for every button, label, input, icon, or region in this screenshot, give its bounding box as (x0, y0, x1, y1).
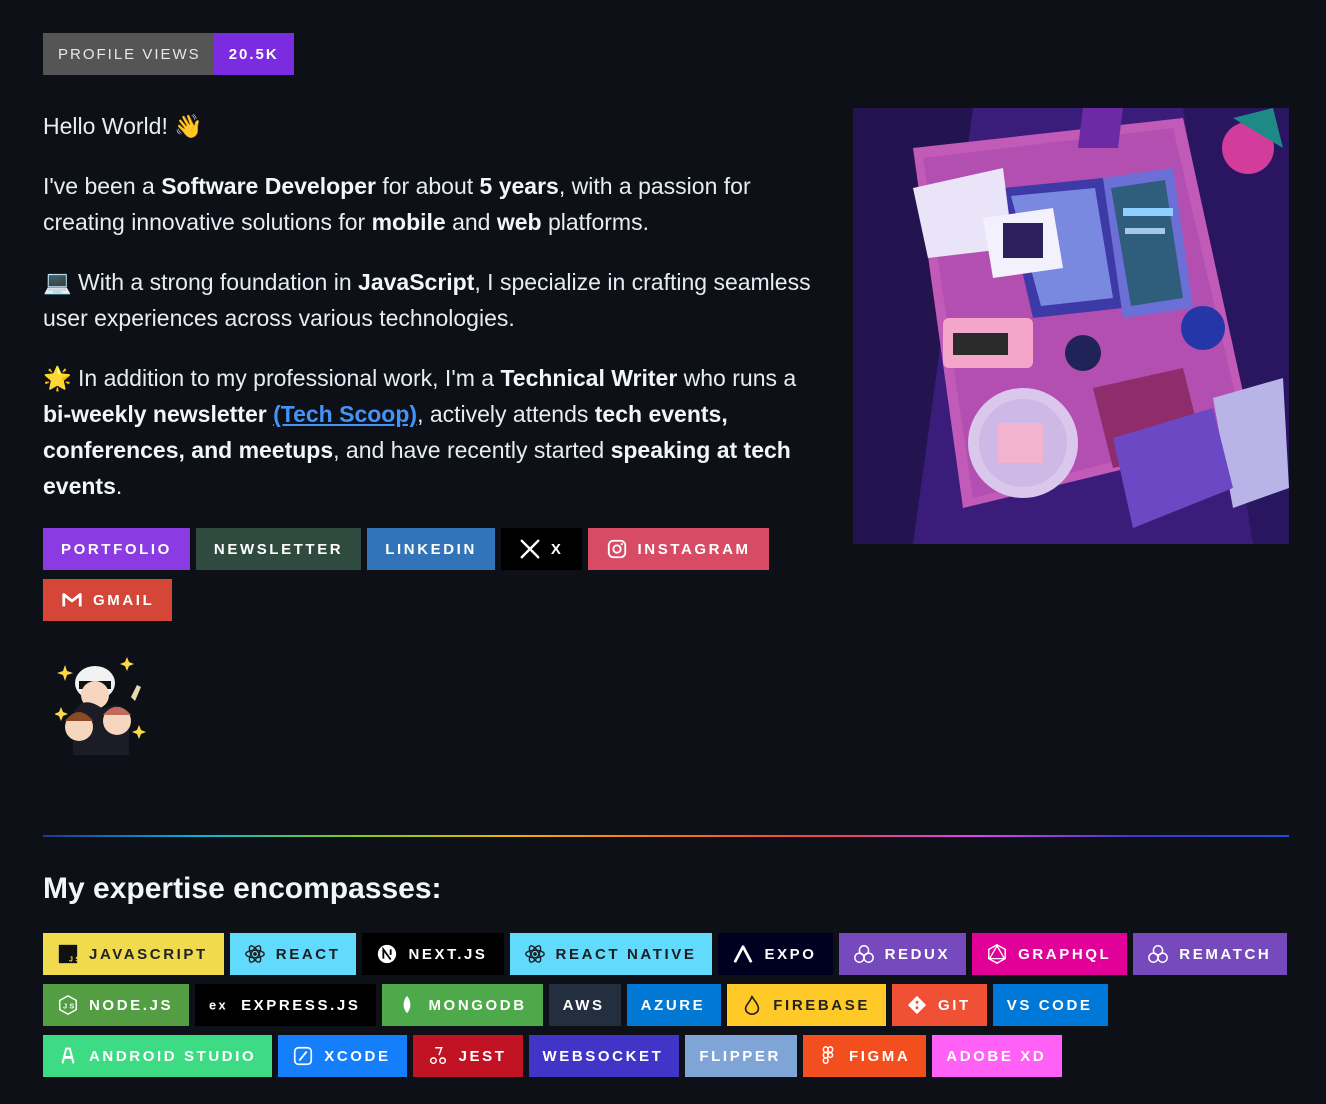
profile-views-label: PROFILE VIEWS (43, 33, 214, 75)
intro-paragraph-2: 💻 With a strong foundation in JavaScript… (43, 269, 811, 331)
profile-views-counter: PROFILE VIEWS 20.5K (43, 33, 294, 75)
graphql-icon (988, 943, 1007, 965)
svg-text:JS: JS (69, 954, 79, 963)
firebase-icon (745, 995, 760, 1015)
expo-badge: EXPO (718, 933, 833, 975)
graphql-badge: GRAPHQL (972, 933, 1128, 975)
instagram-badge[interactable]: INSTAGRAM (587, 528, 769, 570)
javascript-icon: JS (58, 944, 79, 963)
firebase-badge: FIREBASE (727, 984, 886, 1026)
expressjs-badge: ex EXPRESS.JS (195, 984, 377, 1026)
intro-paragraph-1: I've been a Software Developer for about… (43, 173, 751, 235)
intro-text: Hello World! 👋 I've been a Software Deve… (43, 108, 823, 528)
gmail-icon (62, 593, 82, 607)
adobe-xd-badge: ADOBE XD (932, 1035, 1063, 1077)
svg-text:ex: ex (209, 998, 228, 1013)
tech-scoop-link[interactable]: (Tech Scoop) (273, 401, 417, 427)
figma-badge: FIGMA (802, 1035, 927, 1077)
jest-badge: JEST (412, 1035, 523, 1077)
jest-icon (429, 1047, 446, 1065)
desk-illustration (853, 108, 1289, 544)
express-icon: ex (209, 998, 228, 1013)
gmail-badge[interactable]: GMAIL (43, 579, 173, 621)
portfolio-badge[interactable]: PORTFOLIO (43, 528, 190, 570)
x-badge[interactable]: X (500, 528, 582, 570)
profile-views-value: 20.5K (213, 33, 294, 75)
react-badge: REACT (229, 933, 357, 975)
websocket-badge: WEBSOCKET (528, 1035, 680, 1077)
redux-icon (1148, 945, 1169, 963)
android-studio-icon (61, 1047, 75, 1064)
newsletter-badge[interactable]: NEWSLETTER (195, 528, 362, 570)
expo-icon (734, 945, 753, 963)
vscode-badge: VS CODE (992, 984, 1109, 1026)
expertise-heading: My expertise encompasses: (43, 872, 442, 905)
react-icon (524, 945, 545, 963)
rematch-badge: REMATCH (1133, 933, 1288, 975)
svg-text:JS: JS (63, 1002, 77, 1011)
linkedin-badge[interactable]: LINKEDIN (367, 528, 495, 570)
flipper-badge: FLIPPER (685, 1035, 797, 1077)
intro-paragraph-3: 🌟 In addition to my professional work, I… (43, 365, 797, 499)
javascript-badge: JS JAVASCRIPT (43, 933, 224, 975)
social-badges: PORTFOLIO NEWSLETTER LINKEDIN X INSTAGRA… (43, 528, 803, 621)
tech-badges: JS JAVASCRIPT REACT NEXT.JS REACT NATIVE… (43, 933, 1303, 1077)
figma-icon (822, 1046, 834, 1065)
azure-badge: AZURE (626, 984, 722, 1026)
react-icon (244, 945, 265, 963)
redux-icon (853, 945, 874, 963)
xcode-badge: XCODE (278, 1035, 407, 1077)
nextjs-badge: NEXT.JS (362, 933, 504, 975)
mongodb-icon (404, 995, 411, 1014)
anime-characters-sticker (55, 657, 146, 755)
instagram-icon (607, 539, 626, 559)
aws-badge: AWS (548, 984, 621, 1026)
git-badge: GIT (891, 984, 987, 1026)
react-native-badge: REACT NATIVE (509, 933, 713, 975)
greeting: Hello World! 👋 (43, 113, 203, 139)
x-icon (520, 539, 540, 559)
mongodb-badge: MONGODB (382, 984, 543, 1026)
nodejs-icon: JS (59, 994, 77, 1016)
rainbow-divider (43, 835, 1289, 837)
nextjs-icon (378, 944, 397, 964)
xcode-icon (294, 1046, 313, 1066)
git-icon (907, 995, 927, 1015)
android-studio-badge: ANDROID STUDIO (43, 1035, 273, 1077)
redux-badge: REDUX (838, 933, 967, 975)
nodejs-badge: JS NODE.JS (43, 984, 190, 1026)
